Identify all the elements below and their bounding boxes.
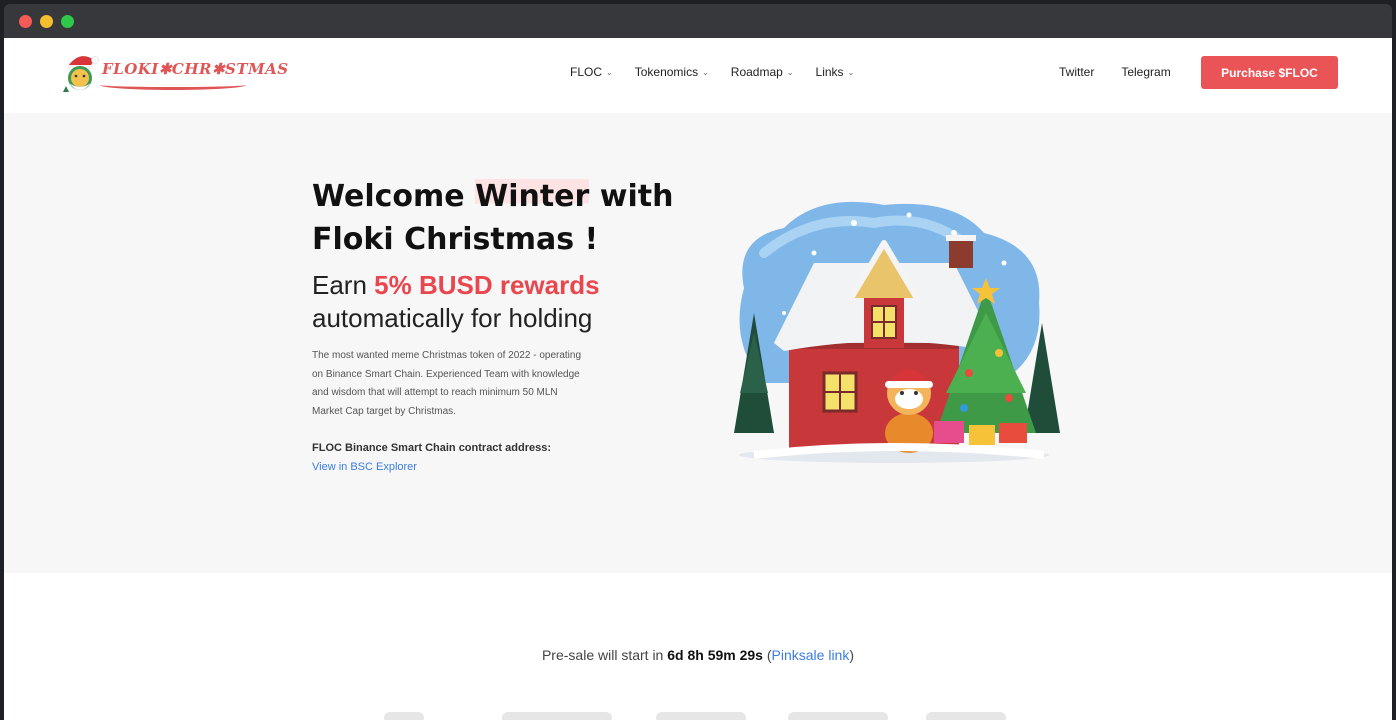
- hero-title-part1: Welcome: [312, 179, 476, 214]
- partner-logo[interactable]: [656, 712, 746, 720]
- web-page: FLOKI✱CHR✱STMAS FLOC ⌄ Tokenomics ⌄ Road…: [4, 38, 1392, 720]
- contract-address-label: FLOC Binance Smart Chain contract addres…: [312, 442, 551, 454]
- hero-sub-prefix: Earn: [312, 270, 375, 300]
- logo-swoosh: [100, 80, 246, 90]
- twitter-link[interactable]: Twitter: [1059, 65, 1094, 79]
- partner-logo[interactable]: [502, 712, 612, 720]
- countdown-time: 6d 8h 59m 29s: [667, 647, 763, 663]
- hero-title: Welcome Winter with Floki Christmas !: [312, 175, 732, 261]
- nav-item-label: Links: [815, 65, 844, 79]
- presale-countdown: Pre-sale will start in 6d 8h 59m 29s (Pi…: [4, 647, 1392, 663]
- nav-item-tokenomics[interactable]: Tokenomics ⌄: [635, 65, 709, 79]
- chevron-down-icon: ⌄: [847, 67, 855, 77]
- hero-section: Welcome Winter with Floki Christmas ! Ea…: [4, 113, 1392, 573]
- chevron-down-icon: ⌄: [786, 67, 794, 77]
- telegram-link[interactable]: Telegram: [1121, 65, 1170, 79]
- hero-title-highlight: Winter: [475, 179, 590, 214]
- chevron-down-icon: ⌄: [606, 67, 613, 77]
- countdown-open-paren: (: [762, 647, 772, 663]
- browser-window-bar: [4, 4, 1392, 38]
- bsc-explorer-link[interactable]: View in BSC Explorer: [312, 461, 417, 473]
- santa-dog-logo-icon: [63, 56, 99, 92]
- hero-sub-accent: 5% BUSD rewards: [374, 270, 600, 300]
- hero-subtitle: Earn 5% BUSD rewards automatically for h…: [312, 269, 600, 335]
- social-links: Twitter Telegram: [1059, 65, 1171, 79]
- close-window-icon[interactable]: [19, 15, 32, 28]
- partner-logo[interactable]: [384, 712, 424, 720]
- purchase-floc-button[interactable]: Purchase $FLOC: [1201, 56, 1338, 89]
- maximize-window-icon[interactable]: [61, 15, 74, 28]
- nav-item-label: FLOC: [570, 65, 603, 79]
- countdown-close-paren: ): [849, 647, 855, 663]
- nav-item-label: Tokenomics: [634, 65, 699, 79]
- logo-text: FLOKI✱CHR✱STMAS: [102, 60, 289, 78]
- partner-logo[interactable]: [926, 712, 1006, 720]
- hero-sub-suffix: automatically for holding: [312, 303, 593, 333]
- chevron-down-icon: ⌄: [702, 67, 709, 77]
- nav-item-links[interactable]: Links ⌄: [816, 65, 855, 79]
- christmas-house-illustration: [734, 201, 1060, 463]
- countdown-prefix: Pre-sale will start in: [541, 647, 668, 663]
- nav-item-roadmap[interactable]: Roadmap ⌄: [731, 65, 794, 79]
- logo[interactable]: FLOKI✱CHR✱STMAS: [60, 50, 288, 96]
- partner-logo[interactable]: [788, 712, 888, 720]
- minimize-window-icon[interactable]: [40, 15, 53, 28]
- main-nav: FLOC ⌄ Tokenomics ⌄ Roadmap ⌄ Links ⌄: [570, 65, 854, 79]
- nav-item-floc[interactable]: FLOC ⌄: [570, 65, 613, 79]
- pinksale-link[interactable]: Pinksale link: [772, 647, 850, 663]
- navbar: FLOKI✱CHR✱STMAS FLOC ⌄ Tokenomics ⌄ Road…: [4, 38, 1392, 113]
- partner-logos-row: [384, 712, 1024, 720]
- nav-item-label: Roadmap: [730, 65, 783, 79]
- hero-description: The most wanted meme Christmas token of …: [312, 350, 582, 417]
